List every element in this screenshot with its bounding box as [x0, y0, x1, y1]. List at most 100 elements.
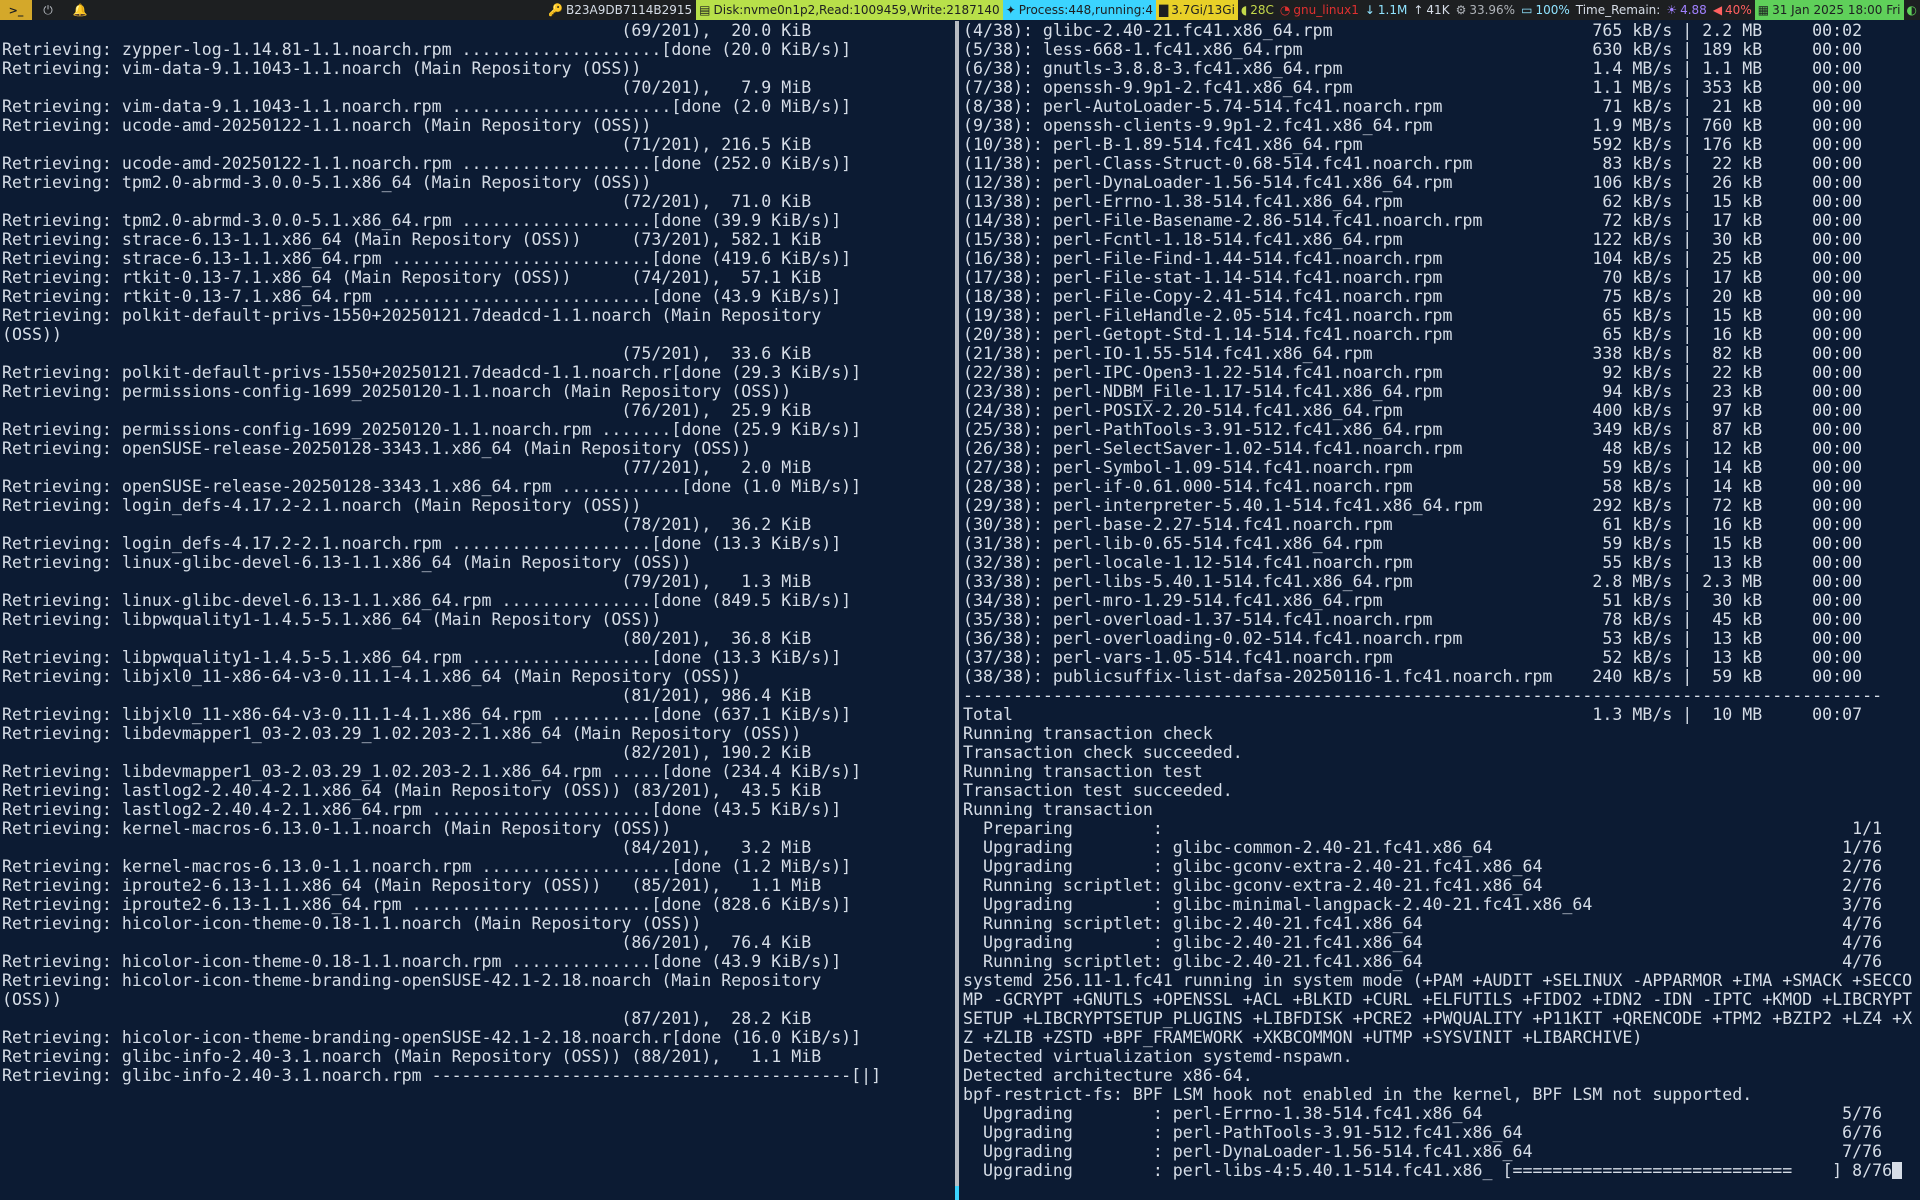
terminal-line: Retrieving: glibc-info-2.40-3.1.noarch (…: [2, 1047, 822, 1066]
terminal-line: (71/201), 216.5 KiB: [2, 135, 812, 154]
key-icon: 🔑: [548, 3, 564, 17]
process-icon: ✦: [1005, 3, 1016, 17]
terminal-line: (7/38): openssh-9.9p1-2.fc41.x86_64.rpm …: [963, 78, 1863, 97]
download-speed-text: 1.1M: [1377, 3, 1408, 17]
process-text: Process:448,running:4: [1018, 3, 1154, 17]
terminal-line: (23/38): perl-NDBM_File-1.17-514.fc41.x8…: [963, 382, 1863, 401]
clock-widget[interactable]: ▦ 31 Jan 2025 18:00 Fri: [1754, 0, 1904, 20]
time-remain-text: Time_Remain:: [1575, 3, 1661, 17]
load-widget[interactable]: ☀ 4.88: [1663, 0, 1709, 20]
terminal-line: (6/38): gnutls-3.8.8-3.fc41.x86_64.rpm 1…: [963, 59, 1863, 78]
terminal-line: Running transaction: [963, 800, 1153, 819]
terminal-line: (17/38): perl-File-stat-1.14-514.fc41.no…: [963, 268, 1863, 287]
terminal-line: Retrieving: strace-6.13-1.1.x86_64 (Main…: [2, 230, 822, 249]
terminal-line: Retrieving: kernel-macros-6.13.0-1.1.noa…: [2, 857, 852, 876]
terminal-line: Preparing : 1/1: [963, 819, 1883, 838]
speaker-icon: ◀: [1712, 3, 1723, 17]
calendar-icon: ▦: [1757, 3, 1770, 17]
terminal-line: Retrieving: polkit-default-privs-1550+20…: [2, 363, 862, 382]
terminal-line: (11/38): perl-Class-Struct-0.68-514.fc41…: [963, 154, 1863, 173]
terminal-line: (70/201), 7.9 MiB: [2, 78, 812, 97]
pane-divider-marker: [955, 1186, 959, 1200]
terminal-line: (21/38): perl-IO-1.55-514.fc41.x86_64.rp…: [963, 344, 1863, 363]
terminal-line: Running transaction check: [963, 724, 1213, 743]
battery-text: 100%: [1535, 3, 1570, 17]
terminal-line: Retrieving: libjxl0_11-x86-64-v3-0.11.1-…: [2, 705, 852, 724]
terminal-line: Retrieving: vim-data-9.1.1043-1.1.noarch…: [2, 97, 852, 116]
terminal-line: systemd 256.11-1.fc41 running in system …: [963, 971, 1913, 990]
upload-speed-text: 41K: [1426, 3, 1450, 17]
terminal-line: Detected architecture x86-64.: [963, 1066, 1253, 1085]
status-bar: >_ ⏻ 🔔 🔑 B23A9DB7114B2915 ▤ Disk:nvme0n1…: [0, 0, 1920, 20]
tray-icon[interactable]: ◐: [1904, 0, 1920, 20]
terminal-cursor: [1892, 1162, 1903, 1179]
terminal-line: Running scriptlet: glibc-gconv-extra-2.4…: [963, 876, 1883, 895]
terminal-line: Retrieving: ucode-amd-20250122-1.1.noarc…: [2, 116, 652, 135]
terminal-line: Retrieving: strace-6.13-1.1.x86_64.rpm .…: [2, 249, 852, 268]
terminal-line: (28/38): perl-if-0.61.000-514.fc41.noarc…: [963, 477, 1863, 496]
temperature-text: 28C: [1250, 3, 1274, 17]
cpu-text: 33.96%: [1469, 3, 1516, 17]
terminal-line: (12/38): perl-DynaLoader-1.56-514.fc41.x…: [963, 173, 1863, 192]
upload-speed-widget[interactable]: ↑ 41K: [1410, 0, 1452, 20]
terminal-line: (OSS)): [2, 990, 62, 1009]
arrow-up-icon: ↑: [1413, 3, 1424, 17]
terminal-line: Running scriptlet: glibc-2.40-21.fc41.x8…: [963, 952, 1883, 971]
cpu-gear-icon: ⚙: [1455, 3, 1467, 17]
terminal-line: Upgrading : perl-Errno-1.38-514.fc41.x86…: [963, 1104, 1883, 1123]
terminal-line: (16/38): perl-File-Find-1.44-514.fc41.no…: [963, 249, 1863, 268]
terminal-line: (31/38): perl-lib-0.65-514.fc41.x86_64.r…: [963, 534, 1863, 553]
terminal-line: (14/38): perl-File-Basename-2.86-514.fc4…: [963, 211, 1863, 230]
power-icon[interactable]: ⏻: [32, 0, 64, 20]
terminal-line: MP -GCRYPT +GNUTLS +OPENSSL +ACL +BLKID …: [963, 990, 1913, 1009]
terminal-line: (27/38): perl-Symbol-1.09-514.fc41.noarc…: [963, 458, 1863, 477]
terminal-line: Retrieving: openSUSE-release-20250128-33…: [2, 477, 862, 496]
terminal-line: (81/201), 986.4 KiB: [2, 686, 812, 705]
terminal-line: Retrieving: login_defs-4.17.2-2.1.noarch…: [2, 496, 642, 515]
terminal-line: Retrieving: glibc-info-2.40-3.1.noarch.r…: [2, 1066, 882, 1085]
terminal-line: Retrieving: hicolor-icon-theme-branding-…: [2, 971, 822, 990]
hostname-widget[interactable]: 🔑 B23A9DB7114B2915: [544, 0, 696, 20]
terminal-line: (77/201), 2.0 MiB: [2, 458, 812, 477]
notification-bell-icon[interactable]: 🔔: [64, 0, 96, 20]
terminal-line: Upgrading : perl-libs-4:5.40.1-514.fc41.…: [963, 1161, 1918, 1180]
memory-widget[interactable]: ▇ 3.7Gi/13Gi: [1156, 0, 1238, 20]
network-widget[interactable]: ◔ gnu_linux1: [1277, 0, 1362, 20]
terminal-line: (86/201), 76.4 KiB: [2, 933, 812, 952]
terminal-line: Running scriptlet: glibc-2.40-21.fc41.x8…: [963, 914, 1883, 933]
terminal-line: (OSS)): [2, 325, 62, 344]
terminal-line: Retrieving: ucode-amd-20250122-1.1.noarc…: [2, 154, 852, 173]
battery-widget[interactable]: ▭ 100%: [1518, 0, 1573, 20]
terminal-line: Retrieving: zypper-log-1.14.81-1.1.noarc…: [2, 40, 852, 59]
terminal-line: (33/38): perl-libs-5.40.1-514.fc41.x86_6…: [963, 572, 1863, 591]
disk-widget[interactable]: ▤ Disk:nvme0n1p2,Read:1009459,Write:2187…: [696, 0, 1003, 20]
terminal-line: (8/38): perl-AutoLoader-5.74-514.fc41.no…: [963, 97, 1863, 116]
terminal-pane-right[interactable]: (4/38): glibc-2.40-21.fc41.x86_64.rpm 76…: [963, 21, 1918, 1200]
pane-divider[interactable]: [955, 21, 959, 1200]
terminal-line: Detected virtualization systemd-nspawn.: [963, 1047, 1353, 1066]
terminal-line: bpf-restrict-fs: BPF LSM hook not enable…: [963, 1085, 1753, 1104]
terminal-line: (4/38): glibc-2.40-21.fc41.x86_64.rpm 76…: [963, 21, 1863, 40]
terminal-line: (32/38): perl-locale-1.12-514.fc41.noarc…: [963, 553, 1863, 572]
terminal-line: Total 1.3 MB/s | 10 MB 00:07: [963, 705, 1863, 724]
cpu-widget[interactable]: ⚙ 33.96%: [1453, 0, 1519, 20]
terminal-line: Retrieving: tpm2.0-abrmd-3.0.0-5.1.x86_6…: [2, 211, 842, 230]
terminal-line: Retrieving: libpwquality1-1.4.5-5.1.x86_…: [2, 610, 662, 629]
terminal-line: Retrieving: vim-data-9.1.1043-1.1.noarch…: [2, 59, 642, 78]
terminal-launcher-icon[interactable]: >_: [0, 0, 32, 20]
terminal-line: Retrieving: permissions-config-1699_2025…: [2, 420, 862, 439]
terminal-line: (78/201), 36.2 KiB: [2, 515, 812, 534]
terminal-pane-left[interactable]: (69/201), 20.0 KiB Retrieving: zypper-log…: [2, 21, 952, 1200]
terminal-line: (79/201), 1.3 MiB: [2, 572, 812, 591]
terminal-line: (29/38): perl-interpreter-5.40.1-514.fc4…: [963, 496, 1863, 515]
terminal-line: Upgrading : perl-DynaLoader-1.56-514.fc4…: [963, 1142, 1883, 1161]
download-speed-widget[interactable]: ↓ 1.1M: [1362, 0, 1411, 20]
temperature-widget[interactable]: ◖ 28C: [1238, 0, 1277, 20]
load-text: 4.88: [1680, 3, 1707, 17]
process-widget[interactable]: ✦ Process:448,running:4: [1002, 0, 1157, 20]
volume-widget[interactable]: ◀ 40%: [1710, 0, 1755, 20]
terminal-line: (36/38): perl-overloading-0.02-514.fc41.…: [963, 629, 1863, 648]
terminal-line: Retrieving: linux-glibc-devel-6.13-1.1.x…: [2, 591, 852, 610]
disk-icon: ▤: [699, 3, 711, 17]
terminal-line: (76/201), 25.9 KiB: [2, 401, 812, 420]
